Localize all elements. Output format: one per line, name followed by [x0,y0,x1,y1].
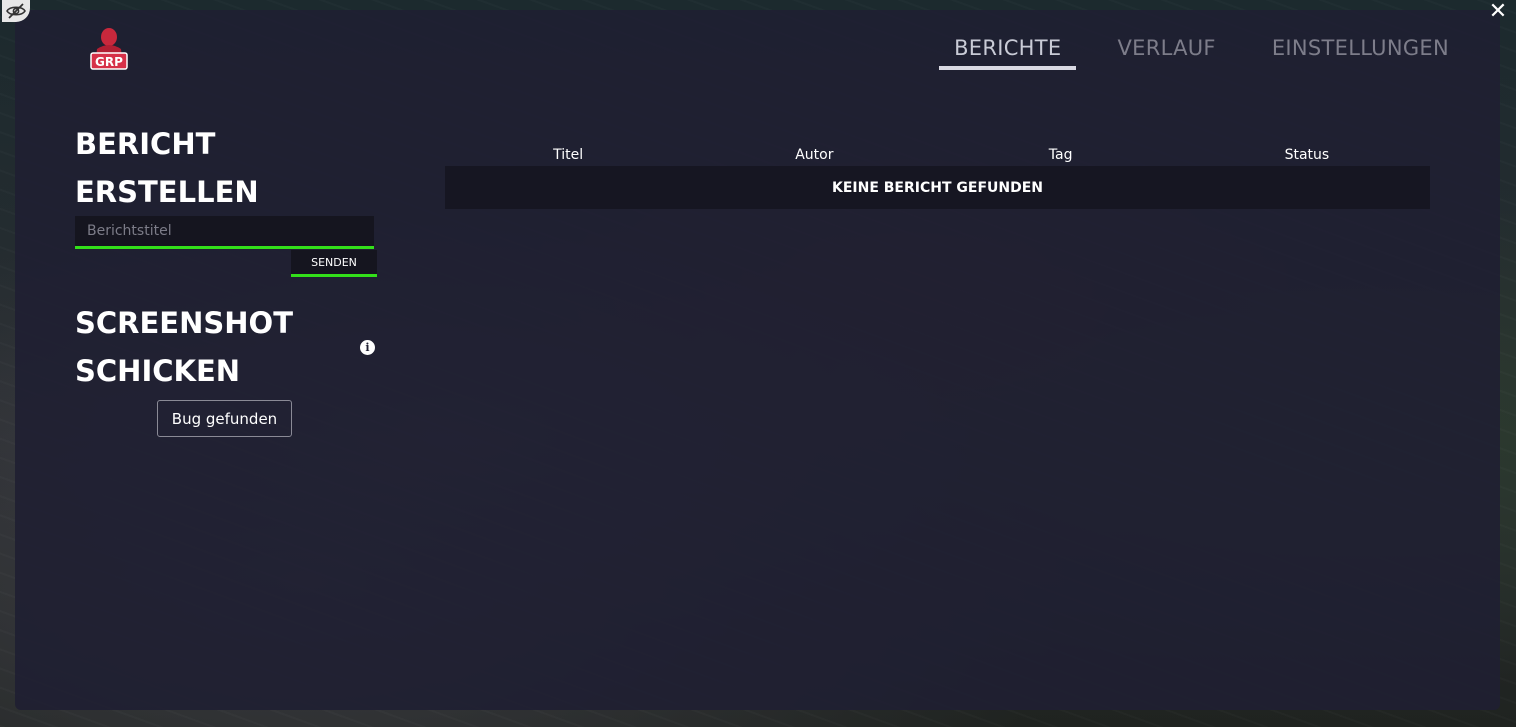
column-header-status: Status [1284,147,1330,163]
tab-berichte[interactable]: BERICHTE [939,36,1077,70]
logo: GRP [87,23,131,75]
info-icon[interactable]: i [360,340,375,355]
main-nav: BERICHTE VERLAUF EINSTELLUNGEN [913,36,1464,70]
screenshot-title-line1: SCREENSHOT [75,306,293,340]
report-title-input[interactable] [75,216,374,246]
eye-slash-icon[interactable] [2,0,30,22]
send-button[interactable]: SENDEN [291,250,377,277]
column-header-autor: Autor [795,147,834,163]
column-header-tag: Tag [1048,147,1073,163]
bug-found-button[interactable]: Bug gefunden [157,400,292,437]
report-title-field [75,216,374,249]
tab-einstellungen[interactable]: EINSTELLUNGEN [1257,36,1464,70]
close-icon[interactable]: ✕ [1486,0,1510,24]
column-header-titel: Titel [553,147,584,163]
tab-verlauf[interactable]: VERLAUF [1102,36,1230,70]
report-title-line1: BERICHT [75,127,216,161]
logo-text: GRP [95,55,123,69]
screenshot-title-line2: SCHICKEN [75,354,241,388]
reports-table: Titel Autor Tag Status KEINE BERICHT GEF… [445,144,1430,209]
report-title-line2: ERSTELLEN [75,175,259,209]
empty-state-row: KEINE BERICHT GEFUNDEN [445,166,1430,209]
report-panel: GRP BERICHTE VERLAUF EINSTELLUNGEN BERIC… [15,10,1500,710]
table-header: Titel Autor Tag Status [445,144,1430,166]
